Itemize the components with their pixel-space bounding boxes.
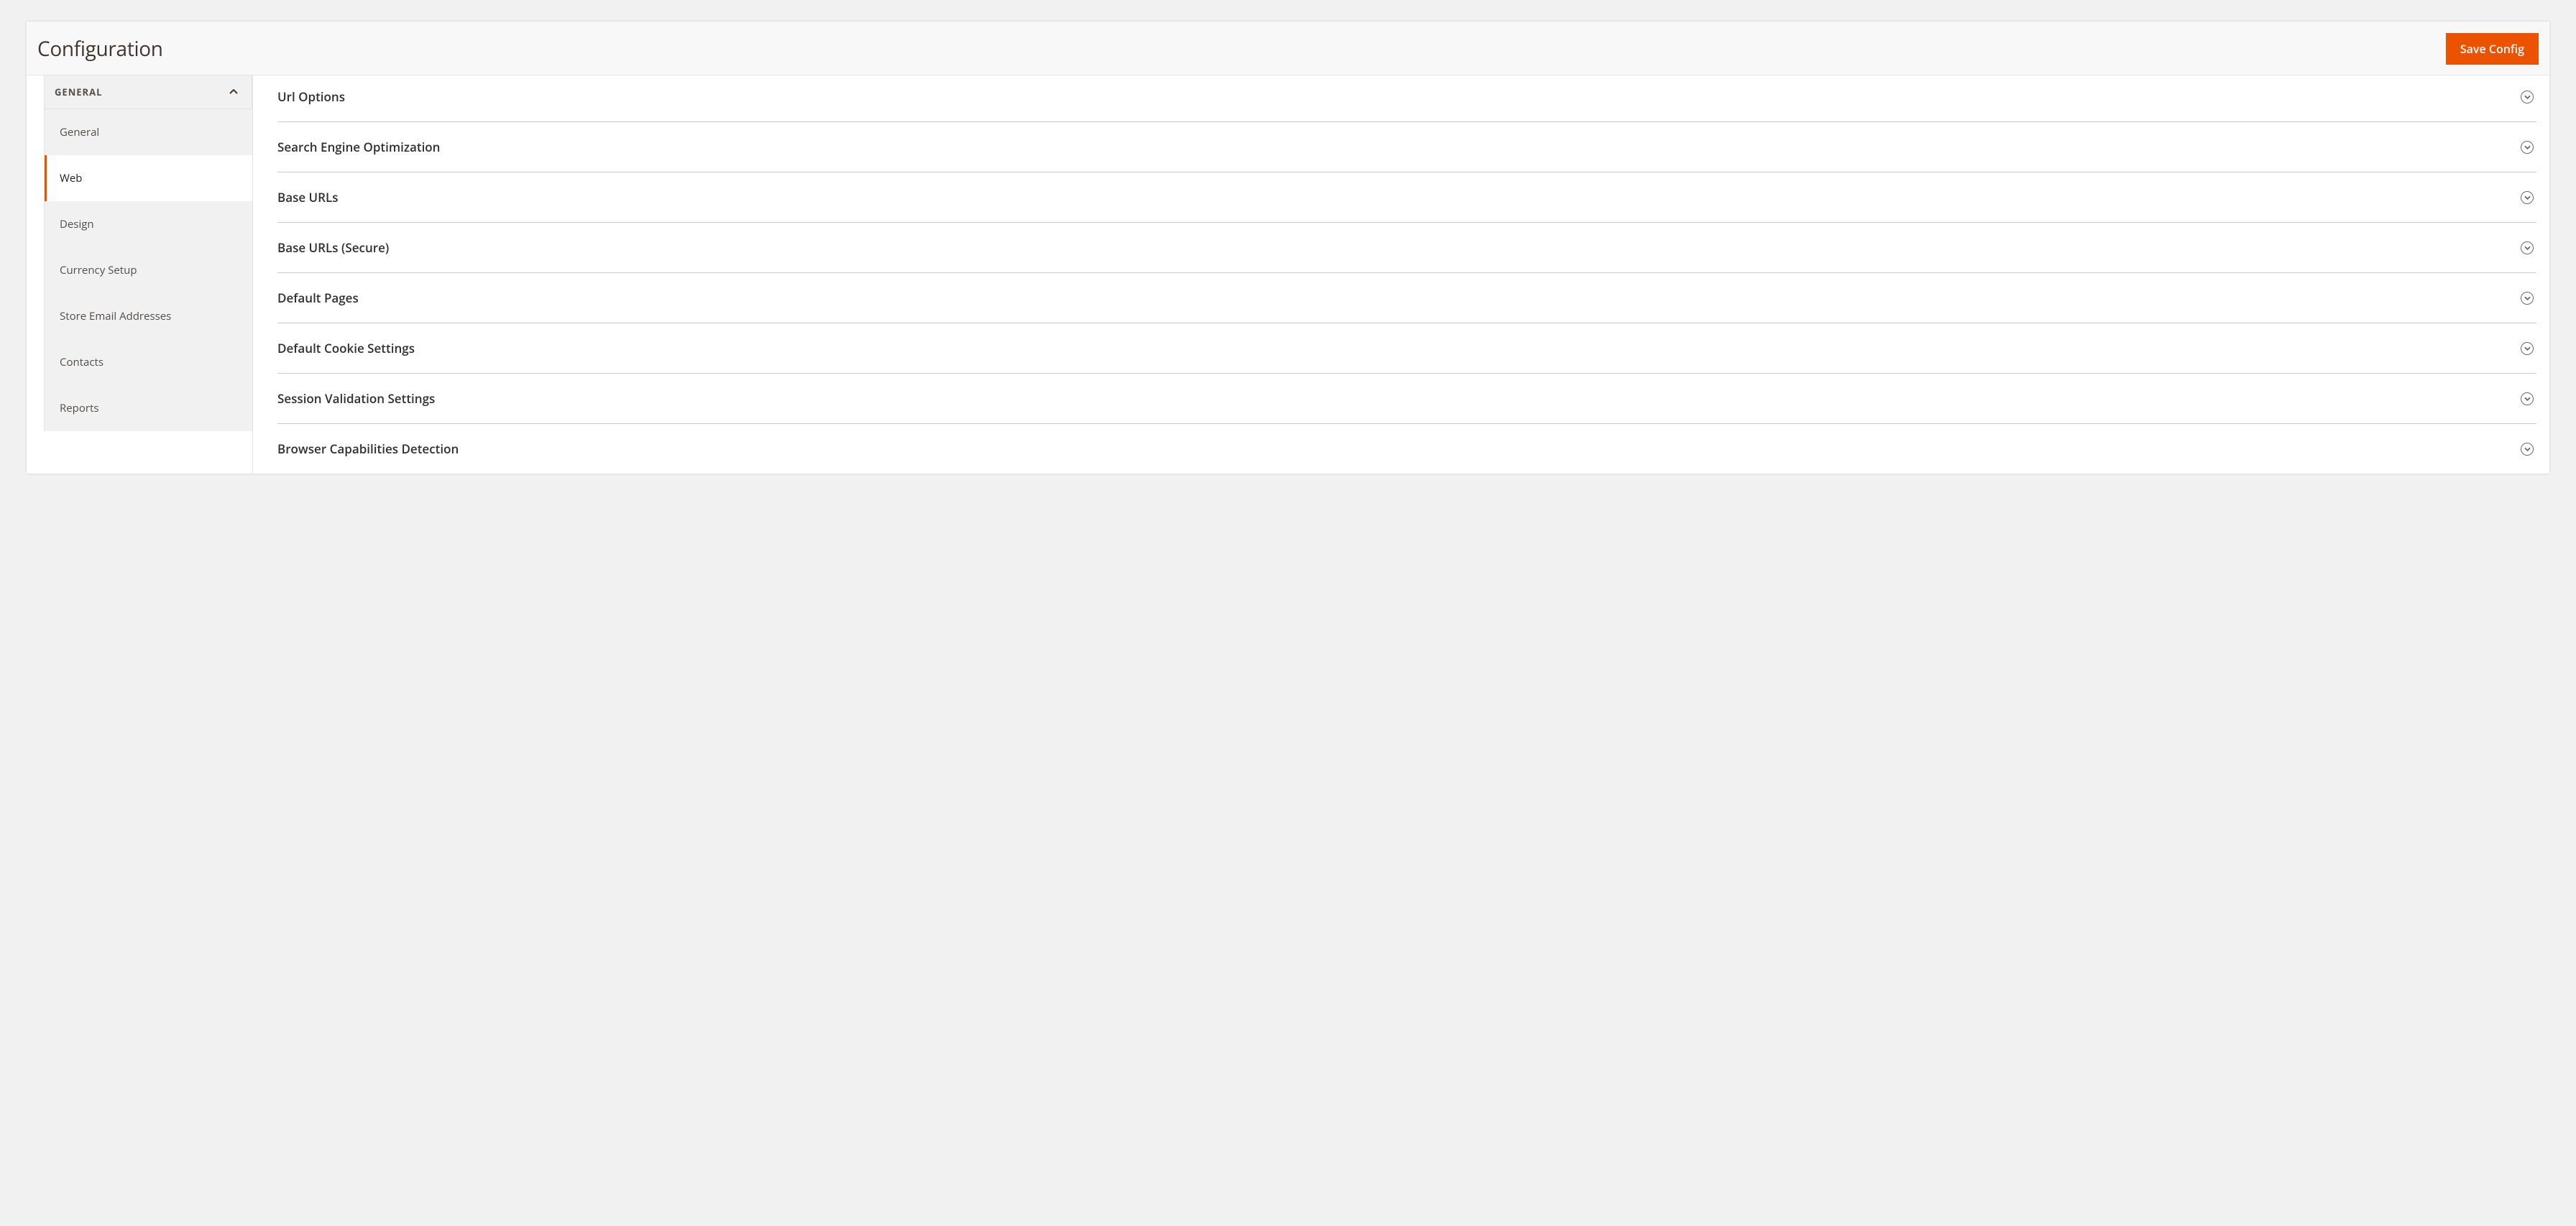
expand-down-icon: [2521, 292, 2534, 305]
sidebar-items: General Web Design Currency Setup Store …: [44, 109, 252, 431]
sidebar-item-currency-setup[interactable]: Currency Setup: [45, 247, 252, 293]
section-label: Base URLs (Secure): [277, 239, 389, 256]
sidebar-item-web[interactable]: Web: [45, 155, 252, 201]
config-panel: Configuration Save Config GENERAL Genera…: [27, 22, 2549, 474]
section-base-urls-secure[interactable]: Base URLs (Secure): [277, 223, 2536, 273]
section-default-pages[interactable]: Default Pages: [277, 273, 2536, 323]
section-label: Default Pages: [277, 290, 359, 306]
chevron-up-icon: [229, 87, 239, 97]
page-title: Configuration: [37, 35, 163, 63]
sidebar-item-general[interactable]: General: [45, 109, 252, 155]
section-label: Search Engine Optimization: [277, 139, 440, 155]
sidebar-item-contacts[interactable]: Contacts: [45, 339, 252, 385]
section-label: Session Validation Settings: [277, 390, 435, 407]
section-label: Base URLs: [277, 189, 339, 206]
panel-header: Configuration Save Config: [27, 22, 2549, 75]
expand-down-icon: [2521, 443, 2534, 456]
sidebar-group-general[interactable]: GENERAL: [44, 75, 252, 109]
expand-down-icon: [2521, 191, 2534, 204]
expand-down-icon: [2521, 91, 2534, 103]
expand-down-icon: [2521, 392, 2534, 405]
section-seo[interactable]: Search Engine Optimization: [277, 122, 2536, 172]
sidebar: GENERAL General Web Design Currency Setu…: [27, 75, 253, 474]
sidebar-item-store-email-addresses[interactable]: Store Email Addresses: [45, 293, 252, 339]
save-config-button[interactable]: Save Config: [2446, 33, 2539, 65]
section-url-options[interactable]: Url Options: [277, 75, 2536, 122]
expand-down-icon: [2521, 141, 2534, 154]
sidebar-item-design[interactable]: Design: [45, 201, 252, 247]
section-browser-capabilities-detection[interactable]: Browser Capabilities Detection: [277, 424, 2536, 474]
section-base-urls[interactable]: Base URLs: [277, 172, 2536, 223]
section-session-validation-settings[interactable]: Session Validation Settings: [277, 374, 2536, 424]
expand-down-icon: [2521, 342, 2534, 355]
section-label: Url Options: [277, 88, 345, 105]
section-label: Browser Capabilities Detection: [277, 441, 459, 457]
sidebar-group-label: GENERAL: [55, 86, 102, 98]
sidebar-item-reports[interactable]: Reports: [45, 385, 252, 431]
panel-content: GENERAL General Web Design Currency Setu…: [27, 75, 2549, 474]
section-label: Default Cookie Settings: [277, 340, 415, 356]
expand-down-icon: [2521, 241, 2534, 254]
main-content: Url Options Search Engine Optimization B…: [253, 75, 2549, 474]
section-default-cookie-settings[interactable]: Default Cookie Settings: [277, 323, 2536, 374]
